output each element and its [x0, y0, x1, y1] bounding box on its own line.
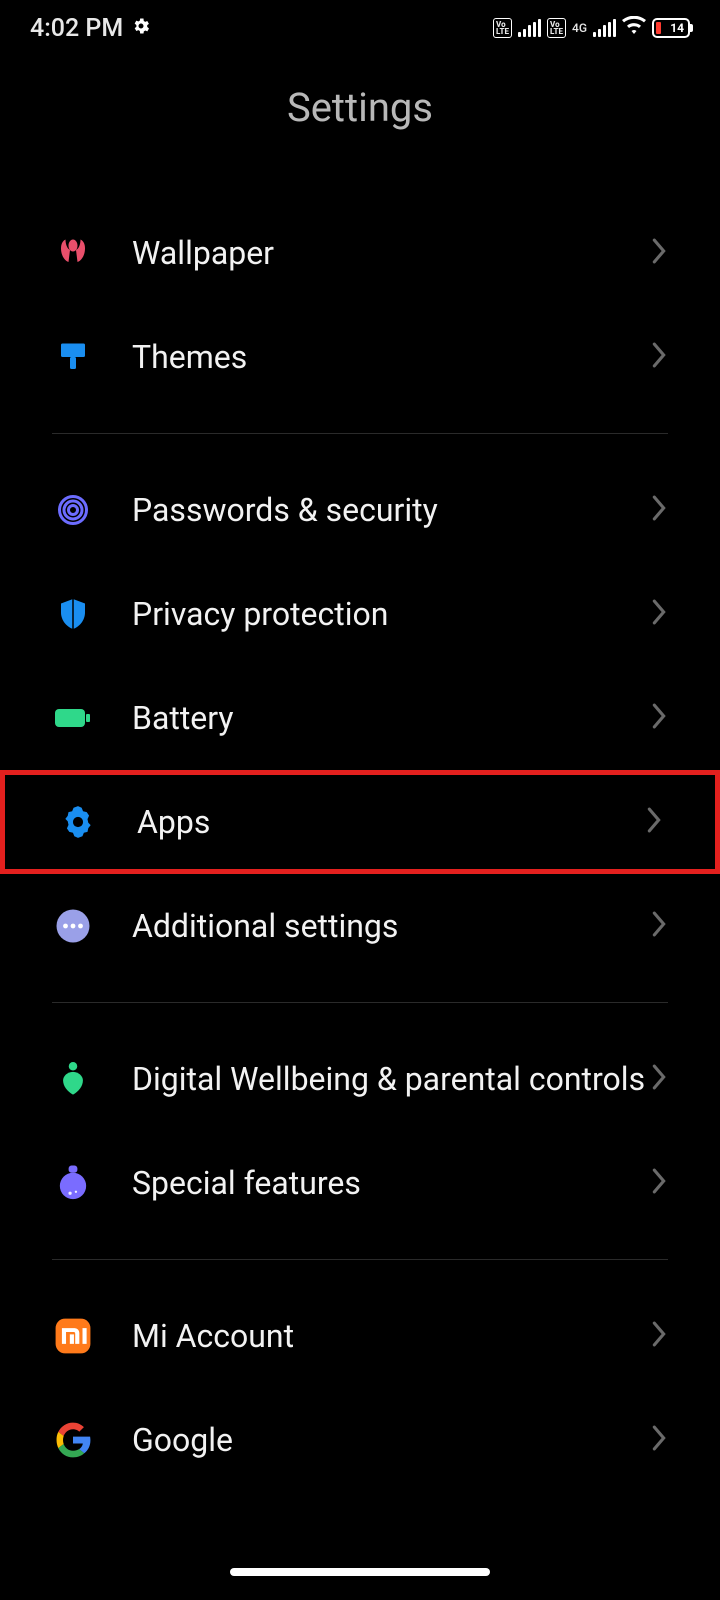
- settings-row-additional-settings[interactable]: Additional settings: [0, 874, 720, 978]
- tulip-icon: [52, 232, 94, 274]
- settings-row-label: Themes: [94, 337, 650, 377]
- fingerprint-icon: [52, 489, 94, 531]
- group-divider: [52, 433, 668, 434]
- settings-row-label: Google: [94, 1420, 650, 1460]
- battery-icon: [52, 697, 94, 739]
- status-time: 4:02 PM: [30, 14, 123, 43]
- chevron-right-icon: [650, 1320, 668, 1352]
- settings-row-label: Digital Wellbeing & parental controls: [94, 1059, 650, 1099]
- chevron-right-icon: [650, 341, 668, 373]
- volte-badge-sim2: VoLTE: [547, 18, 566, 38]
- settings-row-privacy-protection[interactable]: Privacy protection: [0, 562, 720, 666]
- settings-row-label: Privacy protection: [94, 594, 650, 634]
- chevron-right-icon: [650, 598, 668, 630]
- chevron-right-icon: [650, 494, 668, 526]
- network-type-label: 4G: [572, 23, 587, 33]
- settings-row-passwords-security[interactable]: Passwords & security: [0, 458, 720, 562]
- settings-row-label: Wallpaper: [94, 233, 650, 273]
- settings-row-battery[interactable]: Battery: [0, 666, 720, 770]
- chevron-right-icon: [650, 910, 668, 942]
- page-header: Settings: [0, 56, 720, 201]
- settings-row-label: Special features: [94, 1163, 650, 1203]
- volte-badge-sim1: VoLTE: [493, 18, 512, 38]
- home-indicator[interactable]: [230, 1568, 490, 1576]
- settings-status-icon: [131, 14, 151, 43]
- chevron-right-icon: [650, 1424, 668, 1456]
- settings-row-digital-wellbeing-parental-controls[interactable]: Digital Wellbeing & parental controls: [0, 1027, 720, 1131]
- chevron-right-icon: [650, 1063, 668, 1095]
- chevron-right-icon: [650, 237, 668, 269]
- google-icon: [52, 1419, 94, 1461]
- mi-icon: [52, 1315, 94, 1357]
- page-title: Settings: [0, 84, 720, 131]
- settings-row-apps[interactable]: Apps: [0, 770, 720, 874]
- signal-sim2-icon: [593, 19, 616, 37]
- settings-row-google[interactable]: Google: [0, 1388, 720, 1492]
- status-bar: 4:02 PM VoLTE VoLTE 4G 14: [0, 0, 720, 56]
- settings-row-themes[interactable]: Themes: [0, 305, 720, 409]
- group-divider: [52, 1002, 668, 1003]
- settings-row-special-features[interactable]: Special features: [0, 1131, 720, 1235]
- group-divider: [52, 1259, 668, 1260]
- brush-icon: [52, 336, 94, 378]
- chevron-right-icon: [650, 702, 668, 734]
- wifi-icon: [622, 14, 646, 43]
- settings-row-label: Passwords & security: [94, 490, 650, 530]
- wellbeing-icon: [52, 1058, 94, 1100]
- settings-row-wallpaper[interactable]: Wallpaper: [0, 201, 720, 305]
- shield-icon: [52, 593, 94, 635]
- settings-list: Wallpaper Themes Passwords & security Pr…: [0, 201, 720, 1492]
- settings-row-label: Apps: [99, 802, 645, 842]
- settings-row-label: Additional settings: [94, 906, 650, 946]
- signal-sim1-icon: [518, 19, 541, 37]
- flask-icon: [52, 1162, 94, 1204]
- battery-level-text: 14: [670, 21, 684, 35]
- settings-row-label: Battery: [94, 698, 650, 738]
- settings-row-mi-account[interactable]: Mi Account: [0, 1284, 720, 1388]
- dots-icon: [52, 905, 94, 947]
- battery-icon: 14: [652, 18, 690, 38]
- chevron-right-icon: [645, 806, 663, 838]
- chevron-right-icon: [650, 1167, 668, 1199]
- gear-icon: [57, 801, 99, 843]
- settings-row-label: Mi Account: [94, 1316, 650, 1356]
